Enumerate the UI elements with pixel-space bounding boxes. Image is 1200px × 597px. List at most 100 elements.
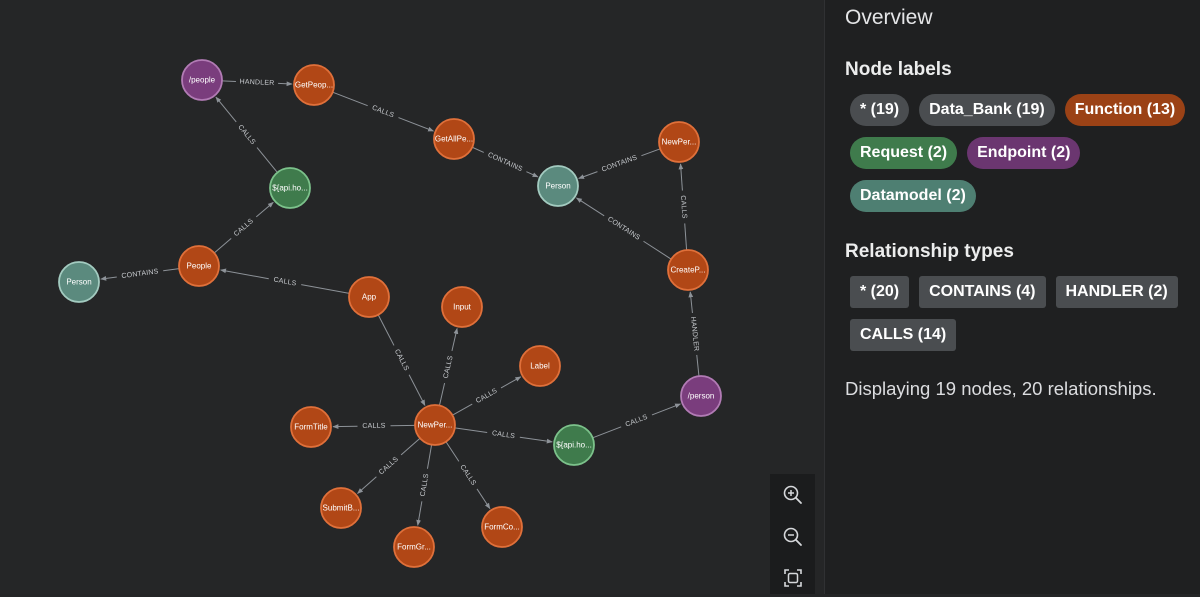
edge-people_ep-getpeople[interactable]: HANDLER xyxy=(222,79,292,88)
edge-label-handler: HANDLER xyxy=(689,316,700,351)
edge-line xyxy=(439,383,444,405)
edge-people_fn-person_left[interactable]: CONTAINS xyxy=(101,268,179,280)
node-function-formtitle[interactable]: FormTitle xyxy=(291,407,331,447)
node-endpoint-person[interactable]: /person xyxy=(681,376,721,416)
edge-line xyxy=(427,445,431,469)
node-function-getpeop[interactable]: GetPeop... xyxy=(294,65,334,105)
edge-label-calls: CALLS xyxy=(679,195,688,219)
edge-api_top-people_ep[interactable]: CALLS xyxy=(216,97,277,172)
edge-line xyxy=(446,442,459,462)
edge-label-calls: CALLS xyxy=(233,218,255,238)
node-label-chip-datamodel[interactable]: Datamodel (2) xyxy=(850,180,976,212)
node-function-people[interactable]: People xyxy=(179,246,219,286)
edge-label-calls: CALLS xyxy=(393,348,410,372)
node-function-app[interactable]: App xyxy=(349,277,389,317)
relationship-chips-row-2: CALLS (14) xyxy=(850,319,956,351)
edge-line xyxy=(472,147,484,152)
node-request-api-ho[interactable]: ${api.ho... xyxy=(270,168,310,208)
fit-to-screen-button[interactable] xyxy=(779,564,807,592)
edge-arrow-line xyxy=(526,172,538,177)
node-function-formgr[interactable]: FormGr... xyxy=(394,527,434,567)
graph-svg[interactable]: HANDLER CALLS CONTAINS CONTAINS CONTAINS CALL… xyxy=(0,0,824,594)
node-function-label[interactable]: Label xyxy=(520,346,560,386)
edge-newper_mid-formtitle[interactable]: CALLS xyxy=(333,423,415,430)
node-label: GetPeop... xyxy=(295,81,333,90)
graph-canvas[interactable]: HANDLER CALLS CONTAINS CONTAINS CONTAINS CALL… xyxy=(0,0,824,594)
overview-sidebar: Overview Node labels * (19) Data_Bank (1… xyxy=(824,0,1200,594)
node-label-chip-request[interactable]: Request (2) xyxy=(850,137,957,169)
edge-newper_mid-input[interactable]: CALLS xyxy=(439,328,457,405)
edge-newper_mid-submitb[interactable]: CALLS xyxy=(357,438,420,493)
edge-newper_mid-label[interactable]: CALLS xyxy=(452,377,520,415)
node-label-chip-all[interactable]: * (19) xyxy=(850,94,909,126)
zoom-in-button[interactable] xyxy=(779,481,807,509)
node-label: ${api.ho... xyxy=(556,441,592,450)
edges-layer: HANDLER CALLS CONTAINS CONTAINS CONTAINS CALL… xyxy=(101,79,700,526)
edge-createp-newper_top[interactable]: CALLS xyxy=(679,164,688,250)
node-function-newper[interactable]: NewPer... xyxy=(659,122,699,162)
node-label: /person xyxy=(688,392,715,401)
edge-label-calls: CALLS xyxy=(236,124,256,146)
relationship-chip-calls[interactable]: CALLS (14) xyxy=(850,319,956,351)
node-function-submitb[interactable]: SubmitB... xyxy=(321,488,361,528)
node-function-createp[interactable]: CreateP... xyxy=(668,250,708,290)
node-label: /people xyxy=(189,76,216,85)
edge-app-people_fn[interactable]: CALLS xyxy=(221,270,350,293)
zoom-out-button[interactable] xyxy=(779,523,807,551)
edge-line xyxy=(452,404,472,415)
node-endpoint-people[interactable]: /people xyxy=(182,60,222,100)
edge-createp-person_top[interactable]: CONTAINS xyxy=(576,198,671,259)
display-summary: Displaying 19 nodes, 20 relationships. xyxy=(845,378,1157,400)
edge-arrow-line xyxy=(452,328,457,350)
edge-line xyxy=(257,148,277,173)
node-function-newper[interactable]: NewPer... xyxy=(415,405,455,445)
node-label: People xyxy=(187,262,212,271)
edge-label-contains: CONTAINS xyxy=(487,152,524,174)
edge-arrow-line xyxy=(579,172,598,179)
node-label: FormCo... xyxy=(484,523,520,532)
edge-app-newper_mid[interactable]: CALLS xyxy=(378,315,425,406)
edge-newper_mid-api_mid[interactable]: CALLS xyxy=(455,428,552,442)
node-function-getallpe[interactable]: GetAllPe... xyxy=(434,119,474,159)
zoom-controls xyxy=(770,474,815,594)
edge-getpeople-getallpe[interactable]: CALLS xyxy=(333,92,434,131)
node-function-formco[interactable]: FormCo... xyxy=(482,507,522,547)
relationship-chips-row-1: * (20) CONTAINS (4) HANDLER (2) xyxy=(850,276,1178,308)
node-label: App xyxy=(362,293,377,302)
zoom-in-icon xyxy=(779,481,807,509)
edge-arrow-line xyxy=(652,404,681,415)
node-label: Person xyxy=(66,278,91,287)
edge-api_mid-person_ep[interactable]: CALLS xyxy=(593,404,681,438)
relationship-chip-handler[interactable]: HANDLER (2) xyxy=(1056,276,1178,308)
edge-people_fn-api_top[interactable]: CALLS xyxy=(214,202,273,253)
node-label: FormTitle xyxy=(294,423,328,432)
edge-arrow-line xyxy=(409,375,425,406)
node-label: NewPer... xyxy=(662,138,697,147)
edge-line xyxy=(641,149,660,156)
node-label-chips-row-2: Request (2) Endpoint (2) xyxy=(850,137,1080,169)
node-datamodel-person[interactable]: Person xyxy=(538,166,578,206)
edge-label-calls: CALLS xyxy=(443,355,455,379)
node-datamodel-person[interactable]: Person xyxy=(59,262,99,302)
node-label: Input xyxy=(453,303,472,312)
edge-newper_mid-formgr[interactable]: CALLS xyxy=(418,445,432,526)
node-label-chip-endpoint[interactable]: Endpoint (2) xyxy=(967,137,1080,169)
edge-person_ep-createp[interactable]: HANDLER xyxy=(689,292,700,376)
node-label-chip-data-bank[interactable]: Data_Bank (19) xyxy=(919,94,1055,126)
edge-arrow-line xyxy=(477,489,490,509)
edge-newper_mid-formco[interactable]: CALLS xyxy=(446,442,490,509)
edge-getallpe-person_top[interactable]: CONTAINS xyxy=(472,147,538,177)
edge-newper_top-person_top[interactable]: CONTAINS xyxy=(579,149,661,179)
edge-line xyxy=(697,355,699,376)
edge-arrow-line xyxy=(576,198,604,216)
relationship-chip-all[interactable]: * (20) xyxy=(850,276,909,308)
node-label: Person xyxy=(545,182,570,191)
edge-arrow-line xyxy=(278,83,292,84)
edge-arrow-line xyxy=(256,202,273,217)
node-function-input[interactable]: Input xyxy=(442,287,482,327)
node-request-api-ho[interactable]: ${api.ho... xyxy=(554,425,594,465)
node-label-chip-function[interactable]: Function (13) xyxy=(1065,94,1185,126)
relationship-chip-contains[interactable]: CONTAINS (4) xyxy=(919,276,1045,308)
edge-arrow-line xyxy=(501,377,521,388)
edge-arrow-line xyxy=(101,277,117,279)
